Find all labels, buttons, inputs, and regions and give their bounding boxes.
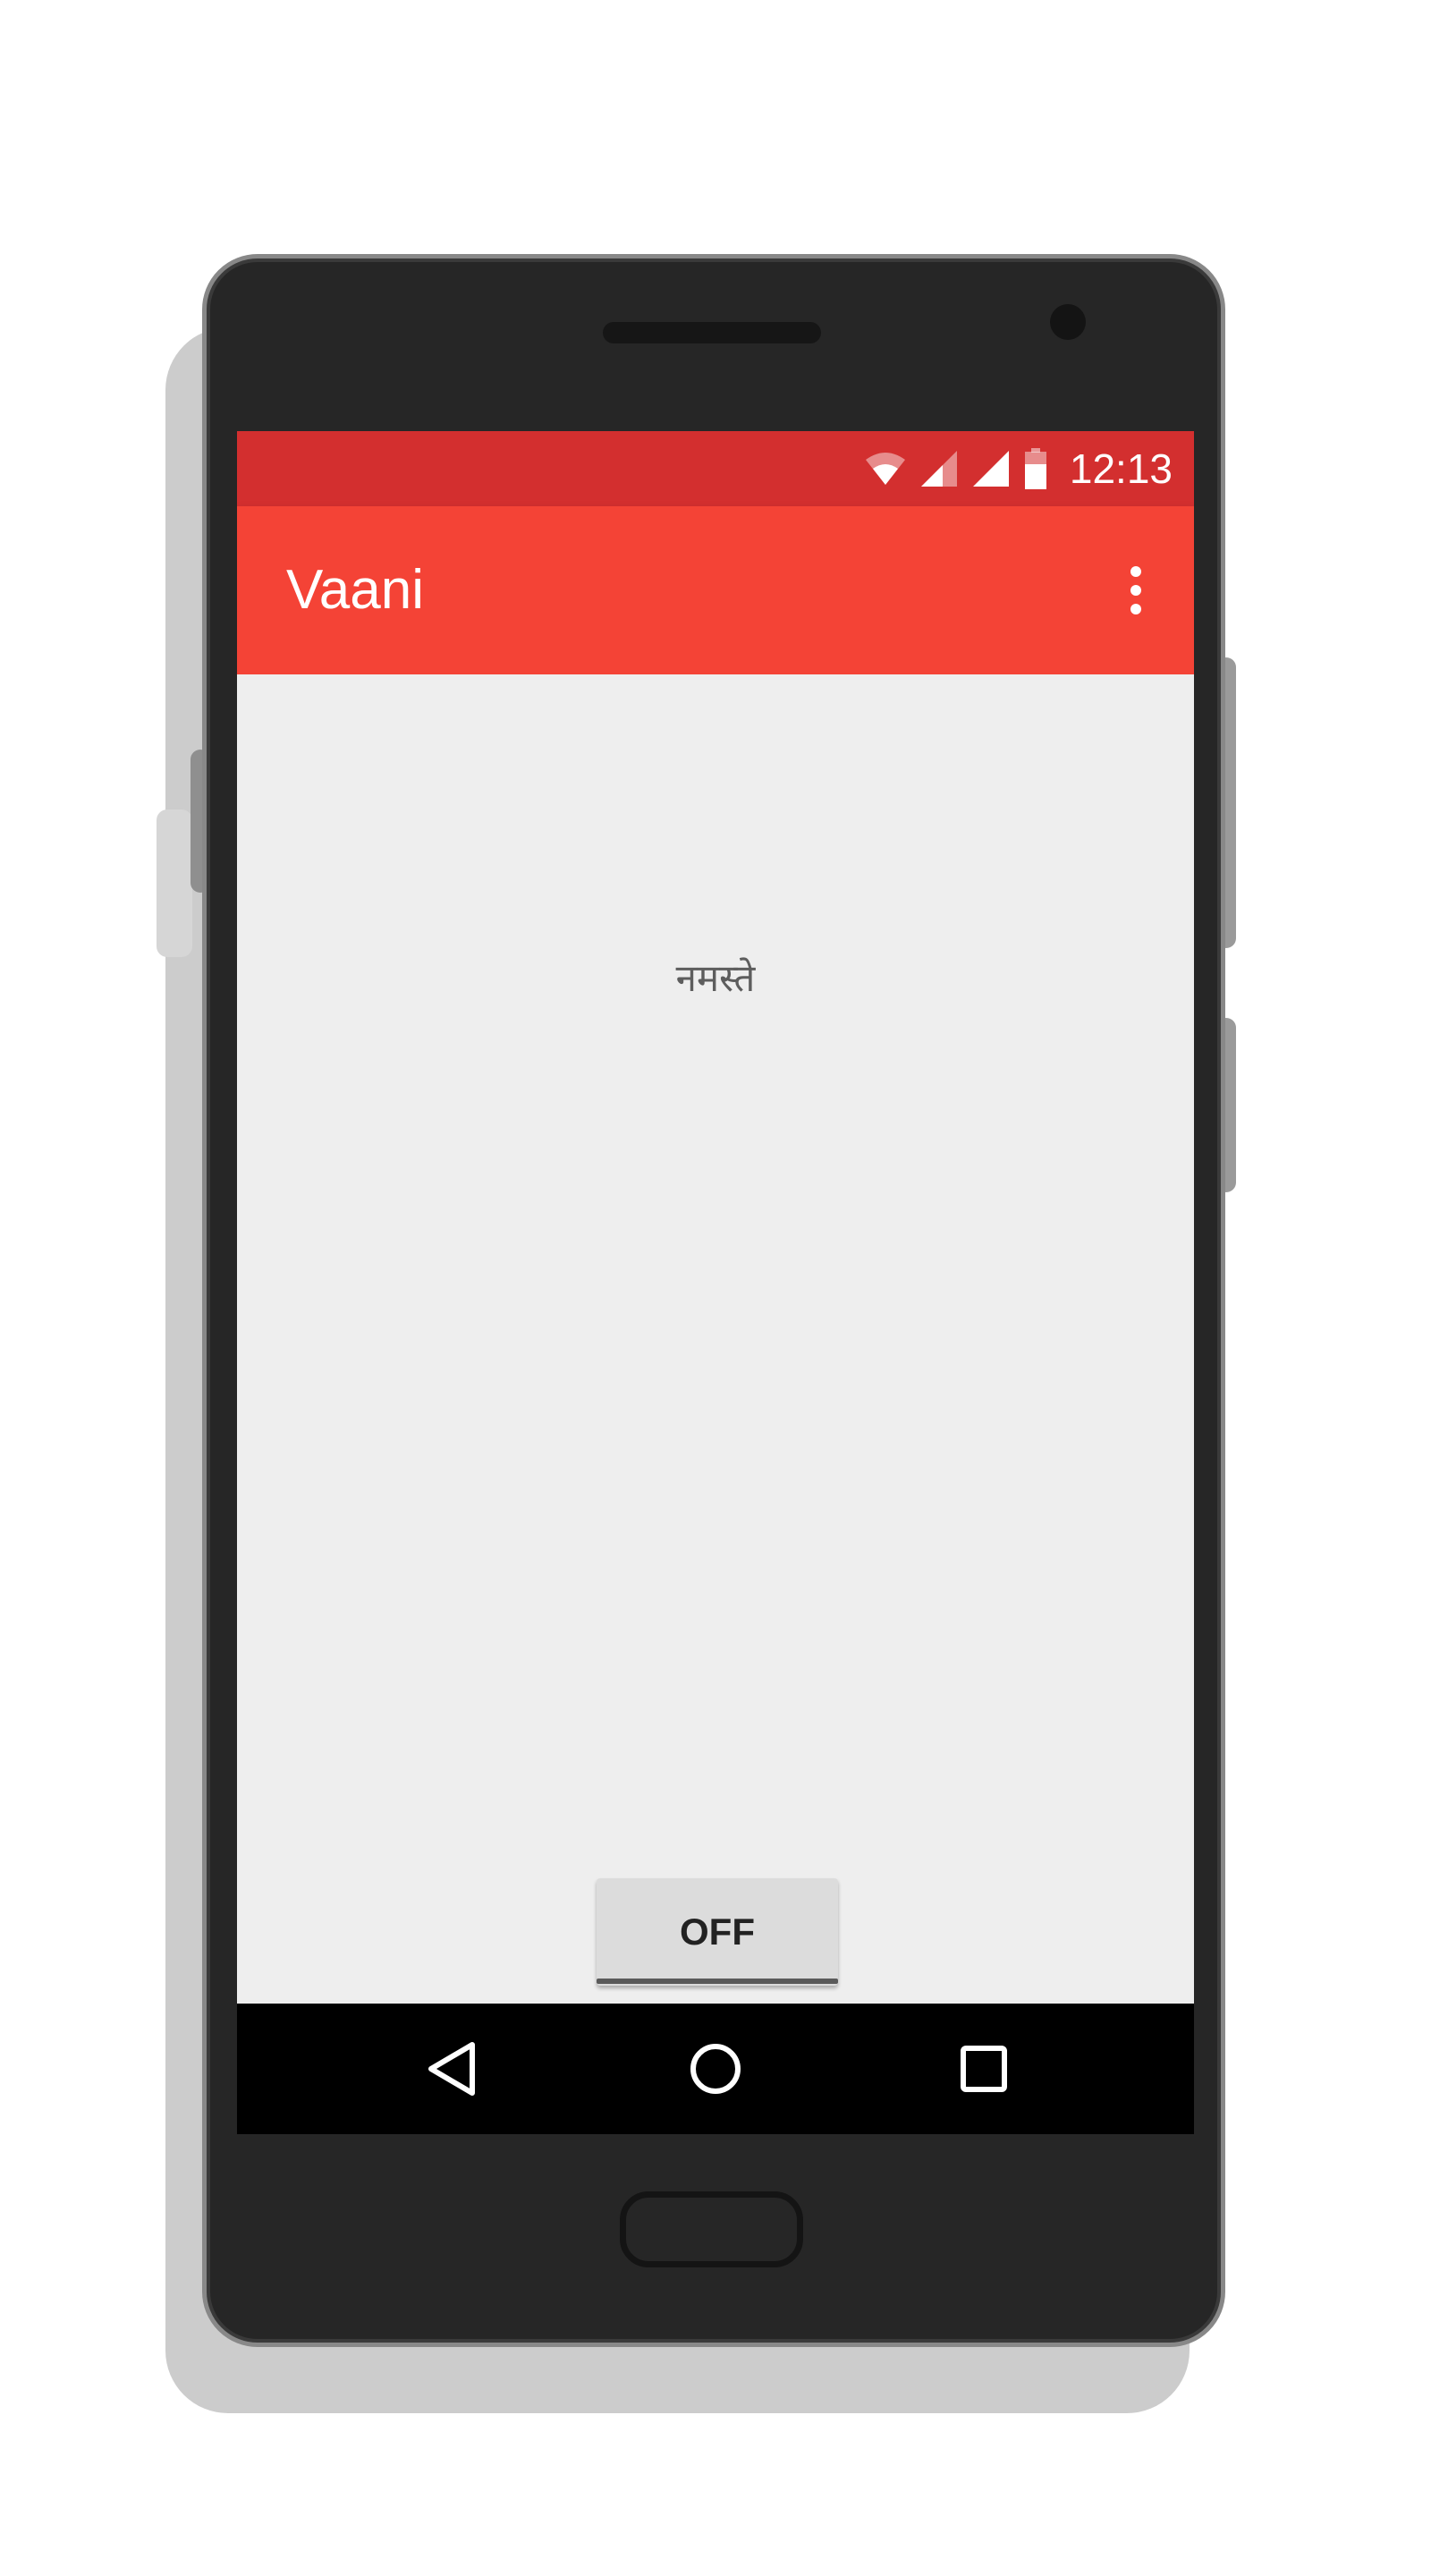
app-title: Vaani (286, 559, 424, 621)
toggle-underline (597, 1979, 838, 1984)
back-icon[interactable] (407, 2024, 496, 2114)
hardware-home-key (620, 2191, 803, 2267)
navigation-bar (237, 2004, 1194, 2134)
greeting-text: नमस्ते (675, 956, 756, 1000)
home-icon[interactable] (671, 2024, 760, 2114)
signal-icon (971, 449, 1011, 488)
app-toolbar: Vaani (237, 506, 1194, 674)
overflow-dot (1130, 566, 1141, 577)
screen: 12:13 Vaani नमस्ते OFF (237, 431, 1194, 2134)
device-frame: 12:13 Vaani नमस्ते OFF (0, 0, 1431, 2576)
overflow-dot (1130, 604, 1141, 614)
main-content: नमस्ते OFF (237, 674, 1194, 2023)
battery-icon (1023, 448, 1048, 489)
status-bar: 12:13 (237, 431, 1194, 506)
side-button (157, 809, 192, 957)
front-camera (1050, 304, 1086, 340)
status-icons: 12:13 (864, 431, 1173, 506)
wifi-icon (864, 451, 907, 487)
recents-icon[interactable] (939, 2024, 1029, 2114)
toggle-button[interactable]: OFF (597, 1878, 838, 1986)
overflow-dot (1130, 585, 1141, 596)
more-vert-icon[interactable] (1105, 558, 1167, 623)
earpiece-speaker (603, 322, 821, 343)
status-clock: 12:13 (1069, 445, 1173, 492)
signal-icon (919, 449, 959, 488)
